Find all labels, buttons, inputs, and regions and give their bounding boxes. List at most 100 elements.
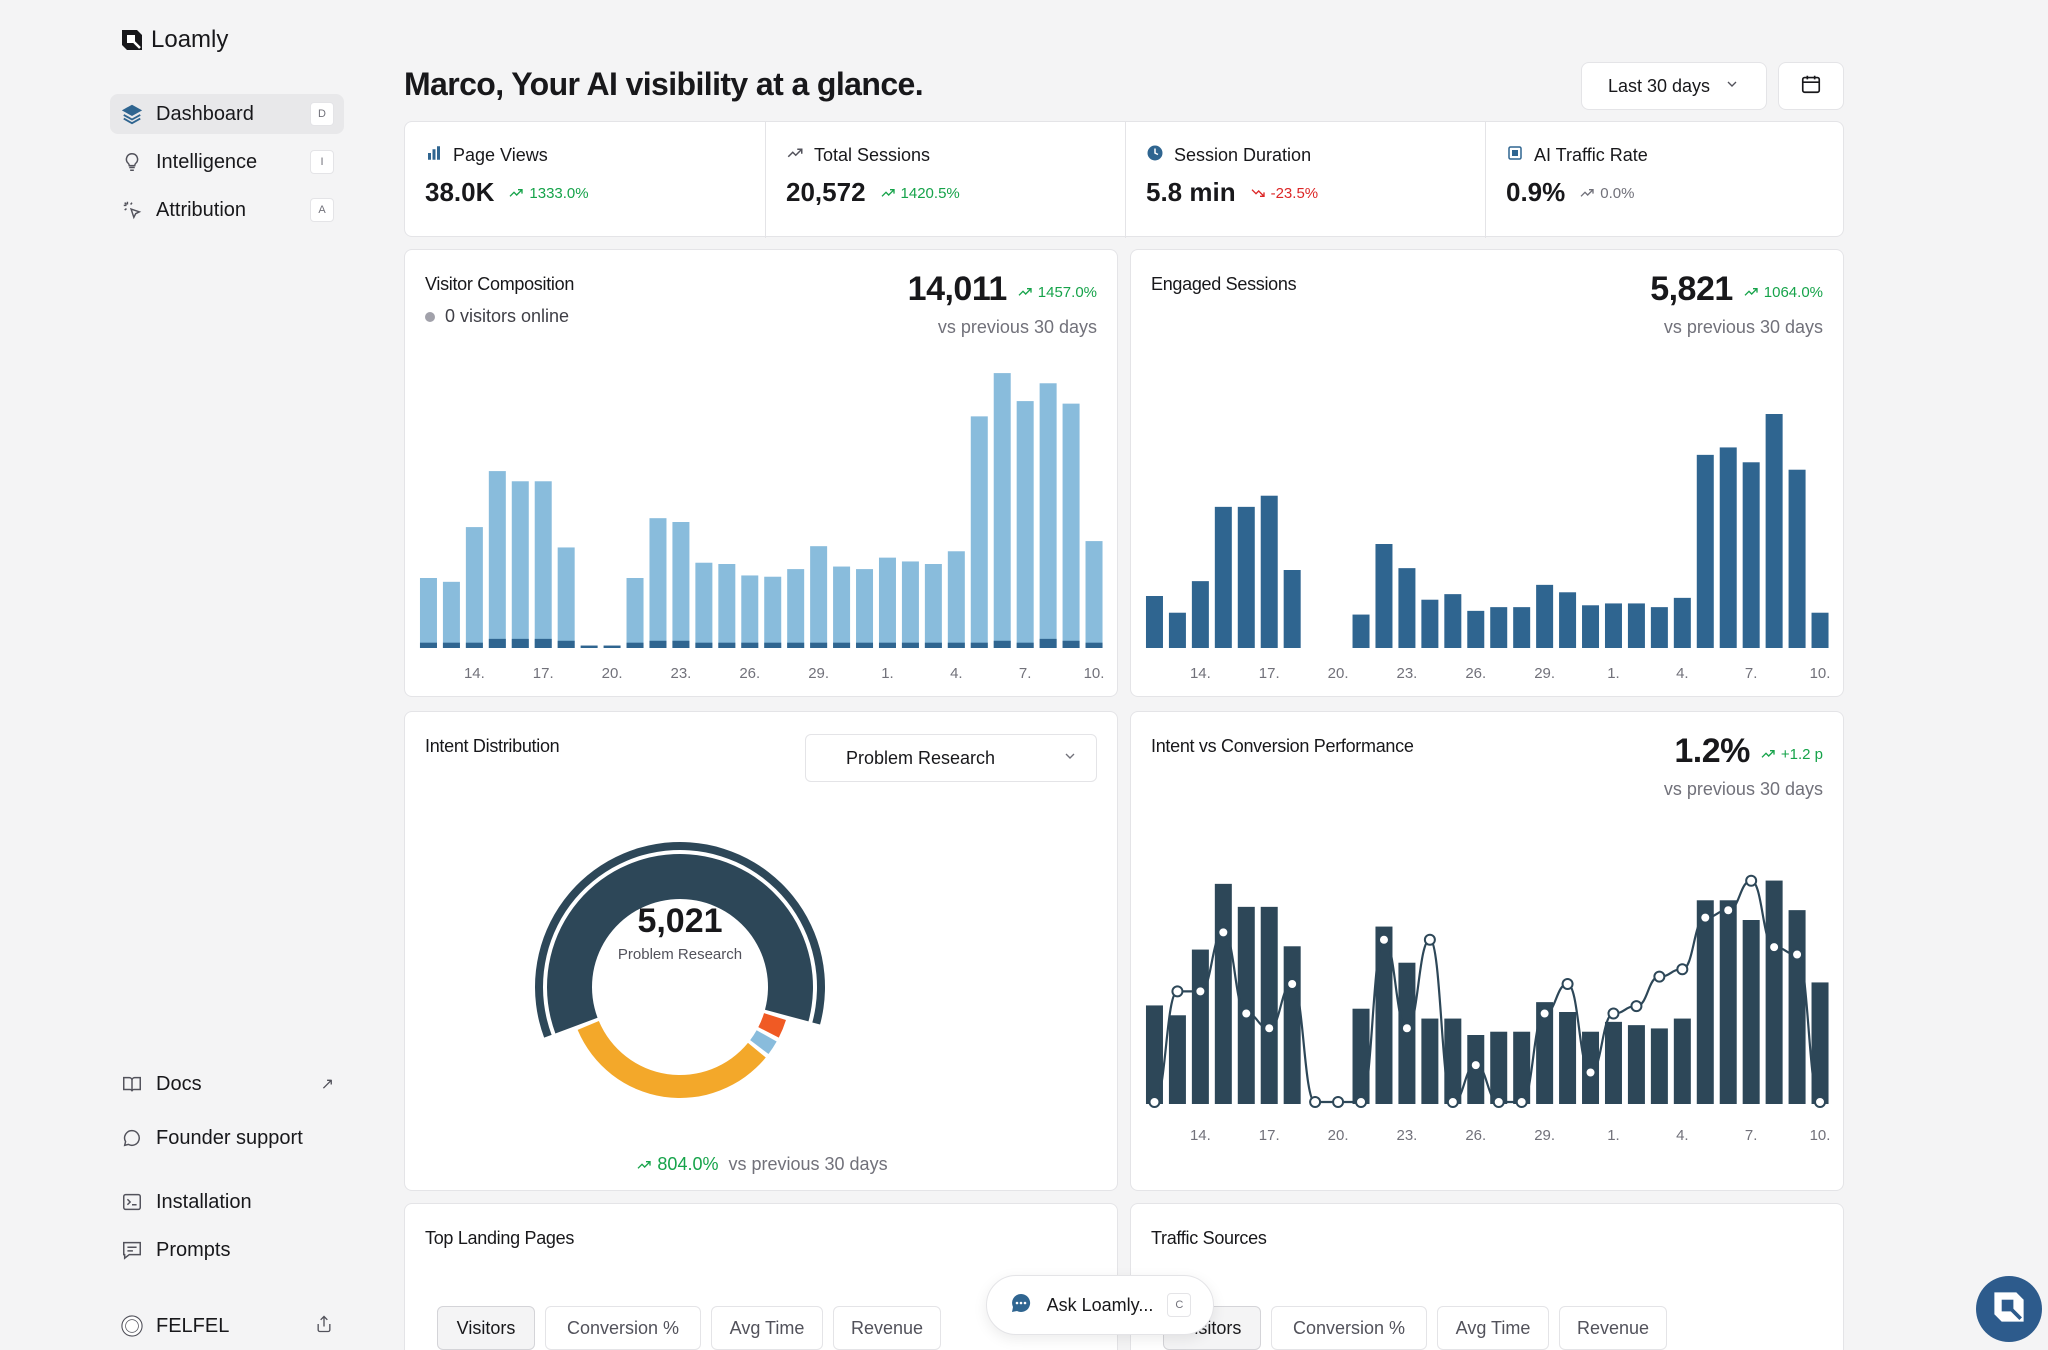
bar <box>970 416 988 648</box>
bar <box>833 642 851 648</box>
traffic-sources-card: Traffic Sources Visitors Conversion % Av… <box>1130 1203 1844 1350</box>
bar <box>1604 1021 1622 1104</box>
bar <box>465 527 483 648</box>
ask-loamly-button[interactable]: Ask Loamly... C <box>986 1275 1214 1335</box>
tab-revenue[interactable]: Revenue <box>1559 1306 1667 1350</box>
bar <box>764 576 782 648</box>
conversion-point <box>1699 911 1712 924</box>
bar <box>856 642 874 648</box>
bar <box>718 564 736 648</box>
conversion-point <box>1745 874 1758 887</box>
share-icon[interactable] <box>314 1314 334 1339</box>
sidebar-item-label: Intelligence <box>156 150 258 173</box>
bar <box>1696 454 1714 648</box>
bar <box>1673 1018 1691 1104</box>
bar <box>856 569 874 648</box>
visitor-composition-card: Visitor Composition 0 visitors online 14… <box>404 249 1118 697</box>
bar <box>557 640 575 648</box>
engaged-sessions-card: Engaged Sessions 5,821 1064.0% vs previou… <box>1130 249 1844 697</box>
bar <box>1811 612 1829 648</box>
bar <box>1765 880 1783 1104</box>
bar <box>1650 607 1668 648</box>
bar <box>718 642 736 648</box>
bar <box>511 638 529 648</box>
sidebar-item-intelligence[interactable]: Intelligence I <box>110 142 344 182</box>
tab-conversion[interactable]: Conversion % <box>545 1306 701 1350</box>
bar <box>924 642 942 648</box>
clock-icon <box>1146 144 1164 167</box>
tick-label: 7. <box>1745 1127 1758 1144</box>
sidebar-item-prompts[interactable]: Prompts <box>110 1230 344 1270</box>
sidebar-item-label: Founder support <box>156 1126 303 1149</box>
tick-label: 23. <box>670 665 691 682</box>
bar <box>695 562 713 648</box>
conversion-point <box>1607 1007 1620 1020</box>
bar <box>947 642 965 648</box>
brand-logo[interactable]: Loamly <box>119 26 228 54</box>
loamly-logo-icon <box>1990 1288 2028 1331</box>
bar <box>1765 414 1783 648</box>
bar <box>924 564 942 648</box>
bar <box>1490 1031 1508 1104</box>
tick-label: 17. <box>533 665 554 682</box>
bar <box>649 518 667 648</box>
bar <box>626 578 644 648</box>
page-title: Marco, Your AI visibility at a glance. <box>404 66 924 102</box>
tick-label: 1. <box>881 665 894 682</box>
bar <box>1214 506 1232 648</box>
sidebar-item-installation[interactable]: Installation <box>110 1182 344 1222</box>
bar <box>649 640 667 648</box>
conversion-point <box>1332 1096 1345 1108</box>
workspace-avatar <box>120 1314 144 1338</box>
bar <box>947 551 965 648</box>
loamly-logo-icon <box>122 30 142 50</box>
stat-label: Session Duration <box>1174 145 1312 165</box>
workspace-switcher[interactable]: FELFEL <box>110 1306 344 1346</box>
tick-label: 26. <box>1465 1127 1486 1144</box>
calendar-button[interactable] <box>1778 62 1844 110</box>
tab-revenue[interactable]: Revenue <box>833 1306 941 1350</box>
bar <box>1536 584 1554 648</box>
sidebar-item-dashboard[interactable]: Dashboard D <box>110 94 344 134</box>
ask-loamly-label: Ask Loamly... <box>1046 1294 1154 1315</box>
tab-avg-time[interactable]: Avg Time <box>1437 1306 1549 1350</box>
bar <box>1696 900 1714 1104</box>
bar <box>1375 544 1393 648</box>
bar <box>970 642 988 648</box>
sidebar-item-founder-support[interactable]: Founder support <box>110 1118 344 1158</box>
sidebar-item-attribution[interactable]: Attribution A <box>110 190 344 230</box>
bar <box>1062 640 1080 648</box>
tab-visitors[interactable]: Visitors <box>437 1306 535 1350</box>
bar <box>1085 541 1103 648</box>
stat-change-value: 1333.0% <box>529 184 589 202</box>
bar <box>603 645 621 648</box>
bar <box>1260 495 1278 648</box>
bar <box>1788 469 1806 648</box>
stat-change-value: 1420.5% <box>900 184 960 202</box>
bar <box>1490 607 1508 648</box>
date-range-dropdown[interactable]: Last 30 days <box>1581 62 1767 110</box>
bar <box>1039 638 1057 648</box>
bar <box>672 640 690 648</box>
bar <box>419 642 437 648</box>
workspace-name: FELFEL <box>156 1314 230 1337</box>
bar <box>810 546 828 648</box>
bar <box>878 557 896 648</box>
stat-change: 1333.0% <box>508 184 589 202</box>
conversion-point <box>1515 1096 1528 1108</box>
intent-change: 804.0% <box>636 1154 718 1175</box>
conversion-point <box>1423 933 1436 946</box>
tab-avg-time[interactable]: Avg Time <box>711 1306 823 1350</box>
stat-session-duration: Session Duration 5.8 min -23.5% <box>1125 122 1485 238</box>
tab-conversion[interactable]: Conversion % <box>1271 1306 1427 1350</box>
sidebar-item-docs[interactable]: Docs ↗ <box>110 1064 344 1104</box>
support-launcher-button[interactable] <box>1976 1276 2042 1342</box>
chevron-down-icon <box>1724 76 1740 97</box>
conversion-point <box>1240 1007 1253 1020</box>
card-title: Traffic Sources <box>1151 1228 1267 1248</box>
conversion-point <box>1538 1007 1551 1020</box>
bar <box>787 642 805 648</box>
bar <box>419 578 437 648</box>
bar <box>1016 401 1034 648</box>
tick-label: 20. <box>1328 665 1349 682</box>
